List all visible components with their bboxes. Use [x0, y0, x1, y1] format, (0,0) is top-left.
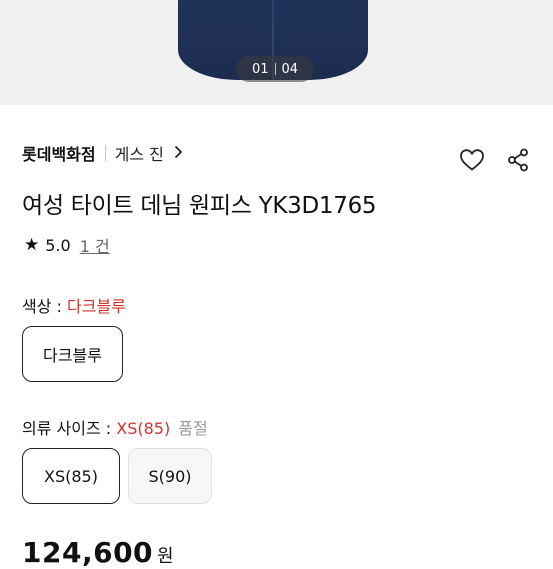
gallery-pager: 01 04 — [236, 56, 314, 82]
product-actions — [459, 148, 529, 176]
rating-score: 5.0 — [45, 235, 71, 255]
sold-out-badge: 품절 — [178, 419, 208, 438]
category-name[interactable]: 게스 진 — [115, 141, 164, 165]
brand-name[interactable]: 롯데백화점 — [22, 141, 96, 165]
breadcrumb-divider — [104, 145, 106, 161]
heart-icon[interactable] — [459, 148, 485, 176]
color-selected-value: 다크블루 — [67, 297, 126, 316]
size-chip-s90[interactable]: S(90) — [128, 448, 212, 504]
chevron-right-icon[interactable] — [174, 144, 183, 163]
breadcrumb[interactable]: 롯데백화점 게스 진 — [22, 141, 183, 165]
star-icon: ★ — [24, 235, 40, 255]
pager-divider — [274, 63, 276, 75]
pager-total: 04 — [281, 61, 299, 77]
size-label-text: 의류 사이즈 : — [22, 419, 117, 438]
color-chip-label: 다크블루 — [43, 346, 102, 365]
size-selected-value: XS(85) — [116, 419, 171, 438]
share-icon[interactable] — [507, 148, 529, 176]
color-option-label: 색상 : 다크블루 — [22, 293, 126, 317]
pager-current: 01 — [251, 61, 269, 77]
price-unit: 원 — [157, 546, 175, 567]
size-chip-label: XS(85) — [44, 466, 98, 486]
product-image-gallery[interactable]: 01 04 — [0, 0, 553, 105]
color-chip-darkblue[interactable]: 다크블루 — [22, 326, 123, 382]
product-title: 여성 타이트 데님 원피스 YK3D1765 — [22, 193, 377, 219]
size-option-label: 의류 사이즈 : XS(85) 품절 — [22, 415, 208, 439]
color-label-text: 색상 : — [22, 297, 68, 316]
review-count-link[interactable]: 1 건 — [80, 233, 110, 257]
rating-summary: ★ 5.0 1 건 — [24, 233, 110, 257]
size-chip-xs85[interactable]: XS(85) — [22, 448, 120, 504]
size-chip-label: S(90) — [148, 466, 192, 486]
